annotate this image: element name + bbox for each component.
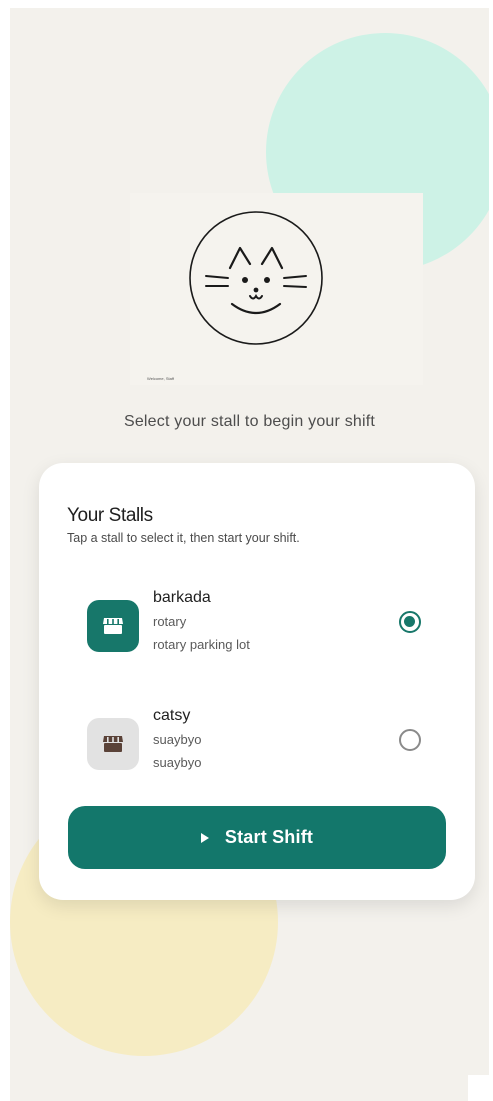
start-shift-button[interactable]: Start Shift	[68, 806, 446, 869]
stall-detail: suaybyo	[153, 732, 202, 747]
play-icon	[200, 832, 209, 843]
stalls-card: Your Stalls Tap a stall to select it, th…	[39, 463, 475, 900]
stall-name: barkada	[153, 589, 211, 606]
card-title: Your Stalls	[67, 505, 153, 526]
page-subtitle: Select your stall to begin your shift	[123, 413, 376, 430]
storefront-icon	[87, 600, 139, 652]
stall-radio-unselected[interactable]	[399, 729, 421, 751]
card-instruction: Tap a stall to select it, then start you…	[67, 531, 300, 545]
logo-area: Welcome, Staff	[130, 193, 423, 385]
cat-face-icon	[189, 211, 323, 345]
start-shift-label: Start Shift	[224, 827, 314, 847]
app-screen: Welcome, Staff Select your stall to begi…	[10, 8, 489, 1101]
stall-item-barkada[interactable]: barkada rotary rotary parking lot	[67, 583, 457, 673]
stall-radio-selected[interactable]	[399, 611, 421, 633]
stall-location: rotary parking lot	[153, 637, 250, 652]
storefront-icon	[87, 718, 139, 770]
stall-detail: rotary	[153, 614, 187, 629]
stall-location: suaybyo	[153, 755, 202, 770]
stall-item-catsy[interactable]: catsy suaybyo suaybyo	[67, 701, 457, 791]
stall-name: catsy	[153, 707, 191, 724]
welcome-text: Welcome, Staff	[147, 376, 174, 381]
corner-patch	[468, 1075, 493, 1101]
